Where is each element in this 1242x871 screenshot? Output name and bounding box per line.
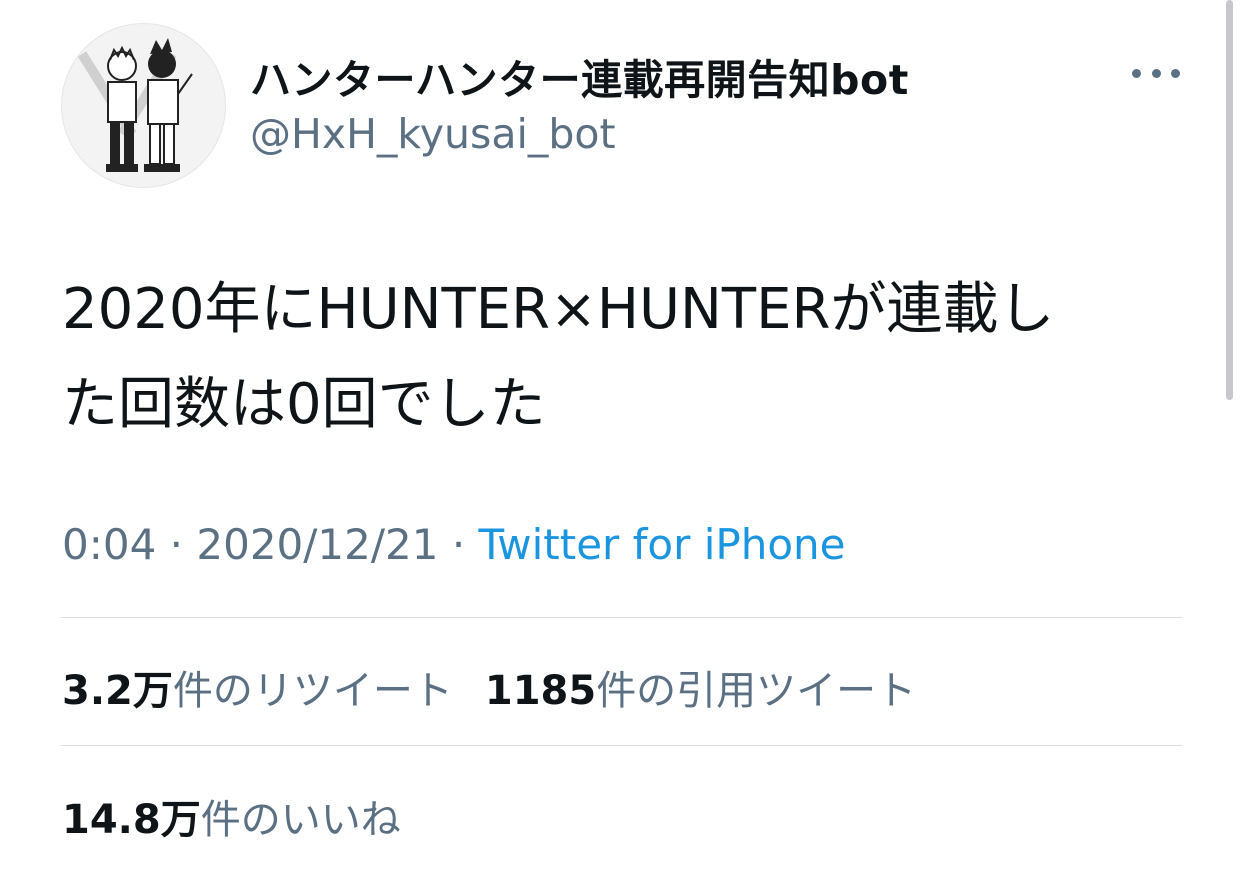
divider <box>61 617 1182 618</box>
retweets-stat[interactable]: 3.2万件のリツイート <box>62 658 453 716</box>
likes-stats-row: 14.8万件のいいね <box>62 787 401 845</box>
tweet-source-link[interactable]: Twitter for iPhone <box>479 520 846 569</box>
quote-tweets-count: 1185 <box>484 668 597 714</box>
tweet-date[interactable]: 2020/12/21 <box>196 520 438 569</box>
likes-stat[interactable]: 14.8万件のいいね <box>62 787 401 845</box>
avatar[interactable] <box>61 23 226 188</box>
more-options-icon[interactable] <box>1132 60 1180 86</box>
meta-separator: · <box>438 520 479 569</box>
display-name[interactable]: ハンターハンター連載再開告知bot <box>250 46 909 106</box>
divider <box>61 745 1182 746</box>
avatar-illustration-icon <box>77 38 193 172</box>
retweets-label: 件のリツイート <box>172 668 453 714</box>
tweet-time[interactable]: 0:04 <box>62 520 156 569</box>
tweet-meta: 0:04 · 2020/12/21 · Twitter for iPhone <box>62 520 846 569</box>
account-handle[interactable]: @HxH_kyusai_bot <box>250 110 616 158</box>
tweet-text-line: た回数は0回でした <box>62 372 546 437</box>
scrollbar[interactable] <box>1226 0 1233 400</box>
meta-separator: · <box>156 520 197 569</box>
engagement-stats-row: 3.2万件のリツイート 1185件の引用ツイート <box>62 658 916 716</box>
tweet-text-line: 2020年にHUNTER×HUNTERが連載し <box>62 277 1055 342</box>
tweet-text: 2020年にHUNTER×HUNTERが連載し た回数は0回でした <box>62 262 1192 452</box>
quote-tweets-label: 件の引用ツイート <box>596 668 917 714</box>
retweets-count: 3.2万 <box>62 668 173 714</box>
tweet-detail-page: ハンターハンター連載再開告知bot @HxH_kyusai_bot 2020年に… <box>0 0 1242 871</box>
quote-tweets-stat[interactable]: 1185件の引用ツイート <box>485 658 916 716</box>
likes-label: 件のいいね <box>200 797 401 843</box>
likes-count: 14.8万 <box>62 797 201 843</box>
